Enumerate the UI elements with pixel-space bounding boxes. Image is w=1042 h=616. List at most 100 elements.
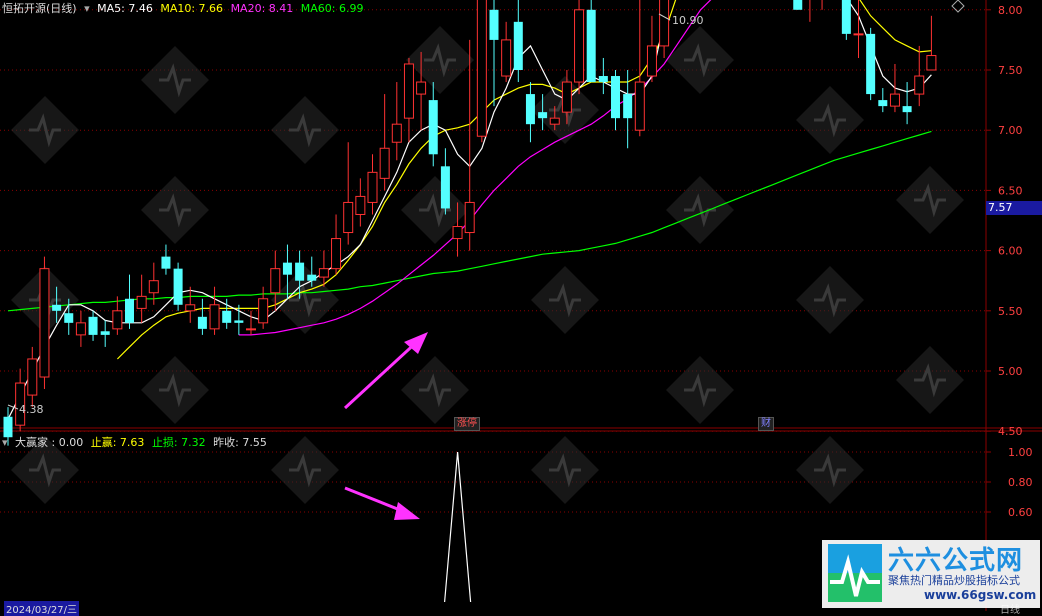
candle-body [428,100,438,155]
candle-body [125,298,134,323]
candle-body [270,268,281,294]
indicator-name: 大赢家 : 0.00 [15,436,84,449]
price-tick-label: 7.00 [998,124,1023,137]
current-price-tag: 7.57 [986,201,1042,215]
chevron-down-icon-indicator[interactable]: ▾ [2,436,8,449]
candle-body [513,21,523,70]
candle-body [209,304,220,330]
site-logo: 六六公式网 聚焦热门精品炒股指标公式 www.66gsw.com [822,540,1040,608]
candle-body [623,94,633,119]
candle-body [234,320,244,323]
candle [574,0,585,95]
high-price-label: 10.90 [672,14,704,27]
stop-profit-label: 止赢: 7.63 [90,436,145,449]
candle-body [246,328,256,331]
candle [866,27,876,101]
logo-slogan: 聚焦热门精品炒股指标公式 [888,574,1020,587]
logo-url: www.66gsw.com [924,588,1037,602]
candle-body [659,0,670,47]
candle-body [416,81,427,95]
candle-body [926,55,937,71]
candle-body [355,195,366,215]
candle [173,262,183,311]
candle-body [914,75,925,95]
candle-body [476,0,487,137]
price-tick-label: 4.50 [998,425,1023,438]
candle-body [501,39,512,77]
candle-body [464,201,475,234]
finance-badge[interactable]: 财 [758,417,774,431]
candle-body [27,358,38,396]
candle-body [295,262,305,281]
candle-body [889,93,900,107]
candle-body [331,238,342,270]
candle-body [561,81,572,113]
price-tick-label: 7.50 [998,64,1023,77]
stop-loss-label: 止损: 7.32 [151,436,206,449]
price-tick-label: 5.50 [998,305,1023,318]
candle-body [793,0,803,10]
candle-body [161,256,171,269]
candle-body [646,45,657,77]
candle-body [258,298,269,324]
stock-title: 恒拓开源(日线) [2,2,77,15]
candle-body [75,322,86,336]
candle-body [634,81,645,131]
candle-body [841,0,851,34]
candle-body [88,316,98,335]
chevron-down-icon[interactable]: ▾ [84,2,90,15]
candle-body [489,9,499,40]
indicator-tick-label: 0.60 [1008,506,1033,519]
candle-body [379,147,390,179]
candle [39,256,50,390]
price-tick-label: 8.00 [998,4,1023,17]
prev-close-label: 昨收: 7.55 [213,436,267,449]
candle-body [112,310,123,330]
low-price-label: 4.38 [19,403,44,416]
price-tick-label: 6.50 [998,184,1023,197]
ma60-label: MA60: 6.99 [300,2,364,15]
candle-body [598,76,608,83]
candle-body [39,268,50,378]
candle-body [586,9,596,83]
candle-body [197,316,207,329]
candle-body [343,201,354,234]
candle-body [367,171,378,203]
ma10-label: MA10: 7.66 [160,2,224,15]
candle-body [307,274,317,281]
candle [476,0,487,143]
candle-body [902,106,912,113]
candle-body [173,268,183,305]
candle-body [878,100,888,107]
candle-body [853,33,864,36]
ma5-label: MA5: 7.46 [97,2,153,15]
indicator-header: ▾ 大赢家 : 0.00 止赢: 7.63 止损: 7.32 昨收: 7.55 [2,434,271,450]
kline-chart[interactable]: 10.5010.009.509.008.508.007.507.006.506.… [0,0,1042,611]
candle-body [452,226,463,240]
candle [586,0,596,83]
candle-body [538,112,548,119]
price-tick-label: 5.00 [998,365,1023,378]
candle-body [866,33,876,95]
main-header: 恒拓开源(日线) ▾ MA5: 7.46 MA10: 7.66 MA20: 8.… [2,0,368,16]
candle-body [100,331,110,335]
candle-body [574,9,585,83]
candle-body [282,262,292,275]
candle-body [64,313,74,323]
candle-body [185,304,196,312]
candle-body [136,295,147,309]
candle-body [525,94,535,125]
candle-body [222,310,232,323]
indicator-tick-label: 0.80 [1008,476,1033,489]
candle-body [440,166,450,209]
candle-body [148,280,159,294]
candle-body [611,76,620,119]
limit-up-badge[interactable]: 涨停 [454,417,480,431]
ma20-label: MA20: 8.41 [230,2,294,15]
indicator-tick-label: 1.00 [1008,446,1033,459]
price-tick-label: 6.00 [998,245,1023,258]
candle-body [391,123,402,143]
candle-body [403,63,414,119]
candle-body [52,304,62,311]
candle [793,0,803,10]
